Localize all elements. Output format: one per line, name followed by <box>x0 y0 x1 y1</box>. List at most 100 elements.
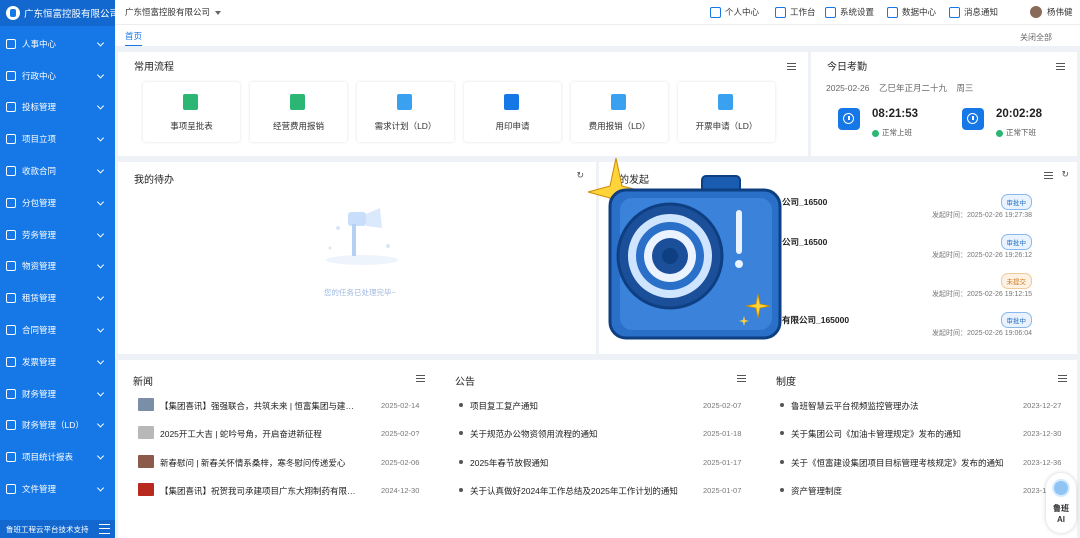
sidebar-header[interactable]: 广东恒富控股有限公司 <box>0 0 115 26</box>
news-item[interactable]: 2025开工大吉 | 蛇吟号角，开启奋进新征程 2025-02-0? <box>138 426 423 452</box>
notice-item[interactable]: 2025年春节放假通知 2025-01-17 <box>459 455 749 481</box>
news-item[interactable]: 【集团喜讯】祝贺我司承建项目广东大翔制药有限公司... 2024-12-30 <box>138 483 423 509</box>
sent-item-time: 发起时间：2025-02-26 19:12:15 <box>932 291 1032 298</box>
footer-text: 鲁班工程云平台技术支持 <box>6 524 89 534</box>
sent-item-title: 公司_16500 <box>782 237 828 247</box>
data-center-icon <box>887 6 898 18</box>
nav-label: 系统设置 <box>840 7 875 17</box>
process-card[interactable]: 用印申请 <box>464 82 561 142</box>
chevron-down-icon <box>96 420 105 428</box>
sidebar-item[interactable]: 劳务管理 <box>0 219 115 251</box>
nav-notifications[interactable]: 消息通知 <box>949 0 998 24</box>
sidebar-item-label: 劳务管理 <box>22 229 57 240</box>
personal-center-icon <box>710 6 721 18</box>
sent-item[interactable]: 有限公司_165000 审批中 发起时间：2025-02-26 19:06:04 <box>780 310 1060 350</box>
bullet-icon <box>780 403 784 407</box>
process-label: 开票申请（LD） <box>695 121 758 131</box>
sent-item[interactable]: 公司_16500 审批中 发起时间：2025-02-26 19:27:38 <box>780 192 1060 232</box>
sidebar-item[interactable]: 合同管理 <box>0 314 115 346</box>
process-card[interactable]: 开票申请（LD） <box>678 82 775 142</box>
process-icon <box>504 94 519 110</box>
date-text: 2025-02-26 <box>826 83 870 93</box>
sent-item[interactable]: 未提交 发起时间：2025-02-26 19:12:15 <box>780 271 1060 311</box>
sidebar-item[interactable]: 发票管理 <box>0 346 115 378</box>
process-card[interactable]: 事项呈批表 <box>143 82 240 142</box>
policy-item[interactable]: 鲁班智慧云平台视频监控管理办法 2023-12-27 <box>780 398 1065 424</box>
tab-home[interactable]: 首页 <box>125 30 143 46</box>
sent-item-time: 发起时间：2025-02-26 19:27:38 <box>932 212 1032 219</box>
refresh-icon[interactable]: ↻ <box>576 170 584 181</box>
menu-icon[interactable] <box>787 63 796 70</box>
sidebar-item-label: 人事中心 <box>22 38 57 49</box>
news-item[interactable]: 新春慰问 | 新春关怀情系桑梓，寒冬慰问传递爱心 2025-02-06 <box>138 455 423 481</box>
menu-icon[interactable] <box>1056 63 1065 70</box>
sidebar-item[interactable]: 租赁管理 <box>0 282 115 314</box>
policy-item-title: 关于《恒富建设集团项目目标管理考核规定》发布的通知 <box>791 458 1004 468</box>
sidebar-item[interactable]: 财务管理（LD） <box>0 410 115 442</box>
ai-avatar-icon <box>1052 479 1070 497</box>
sidebar-item[interactable]: 物资管理 <box>0 251 115 283</box>
notice-item[interactable]: 项目复工复产通知 2025-02-07 <box>459 398 749 424</box>
company-logo-icon <box>6 6 20 20</box>
news-thumbnail <box>138 398 154 411</box>
bullet-icon <box>459 403 463 407</box>
process-card[interactable]: 需求计划（LD） <box>357 82 454 142</box>
menu-icon[interactable] <box>1044 172 1053 179</box>
sidebar-item[interactable]: 收款合同 <box>0 155 115 187</box>
process-label: 经营费用报销 <box>272 121 324 131</box>
sidebar-item-label: 项目立项 <box>22 134 57 145</box>
notice-item-title: 关于认真做好2024年工作总结及2025年工作计划的通知 <box>470 486 678 496</box>
org-title: 广东恒富控股有限公司 <box>24 9 115 20</box>
sent-item[interactable]: 公司_16500 审批中 发起时间：2025-02-26 19:26:12 <box>780 232 1060 272</box>
user-menu[interactable]: 杨伟健 <box>1030 0 1073 24</box>
news-item[interactable]: 【集团喜讯】强强联合，共筑未来 | 恒富集团与建成资... 2025-02-14 <box>138 398 423 424</box>
sidebar-item[interactable]: 行政中心 <box>0 60 115 92</box>
status-badge: 审批中 <box>1000 312 1032 328</box>
nav-personal-center[interactable]: 个人中心 <box>710 0 759 24</box>
chevron-down-icon <box>215 10 222 15</box>
ai-assistant-button[interactable]: 鲁班 AI <box>1046 473 1076 533</box>
collapse-menu-icon[interactable] <box>99 524 110 534</box>
menu-icon[interactable] <box>1058 375 1067 382</box>
nav-system-settings[interactable]: 系统设置 <box>825 0 874 24</box>
sidebar-item[interactable]: 项目统计报表 <box>0 441 115 473</box>
policy-item[interactable]: 关于集团公司《加油卡管理规定》发布的通知 2023-12-30 <box>780 426 1065 452</box>
nav-label: 数据中心 <box>902 7 937 17</box>
chevron-down-icon <box>96 134 105 142</box>
sidebar-item[interactable]: 项目立项 <box>0 123 115 155</box>
sidebar-item-label: 租赁管理 <box>22 293 57 304</box>
bullet-icon <box>780 488 784 492</box>
checkout-time: 20:02:28 <box>996 108 1043 120</box>
nav-label: 工作台 <box>790 7 816 17</box>
notice-item[interactable]: 关于规范办公物资领用流程的通知 2025-01-18 <box>459 426 749 452</box>
close-all-tabs-button[interactable]: 关闭全部 <box>1020 32 1052 43</box>
notice-item[interactable]: 关于认真做好2024年工作总结及2025年工作计划的通知 2025-01-07 <box>459 483 749 509</box>
refresh-icon[interactable]: ↻ <box>1061 169 1069 180</box>
nav-data-center[interactable]: 数据中心 <box>887 0 936 24</box>
sidebar-item[interactable]: 财务管理 <box>0 378 115 410</box>
app-root: 广东恒富控股有限公司 人事中心行政中心 投标管理项目立项收款合同分包管理劳务管理物… <box>0 0 1080 538</box>
process-icon <box>611 94 626 110</box>
nav-workbench[interactable]: 工作台 <box>775 0 816 24</box>
notice-item-date: 2025-02-07 <box>703 401 742 410</box>
sidebar-item[interactable]: 人事中心 <box>0 28 115 60</box>
news-title: 新闻 <box>133 377 153 388</box>
company-switcher[interactable]: 广东恒富控股有限公司 <box>125 6 222 18</box>
sidebar-item[interactable]: 投标管理 <box>0 92 115 124</box>
news-thumbnail <box>138 483 154 496</box>
tab-bar: 首页 关闭全部 <box>115 24 1080 46</box>
bullet-icon <box>459 431 463 435</box>
policy-item[interactable]: 资产管理制度 2023-12- <box>780 483 1065 509</box>
sidebar-item[interactable]: 分包管理 <box>0 187 115 219</box>
person-icon <box>6 38 16 49</box>
menu-icon[interactable] <box>737 375 746 382</box>
company-name: 广东恒富控股有限公司 <box>125 7 211 17</box>
process-card[interactable]: 经营费用报销 <box>250 82 347 142</box>
process-card[interactable]: 费用报销（LD） <box>571 82 668 142</box>
sidebar-item-label: 分包管理 <box>22 197 57 208</box>
empty-message: 您的任务已处理完毕~ <box>324 288 396 297</box>
process-icon <box>397 94 412 110</box>
menu-icon[interactable] <box>416 375 425 382</box>
policy-item[interactable]: 关于《恒富建设集团项目目标管理考核规定》发布的通知 2023-12-36 <box>780 455 1065 481</box>
sidebar-item[interactable]: 文件管理 <box>0 473 115 505</box>
